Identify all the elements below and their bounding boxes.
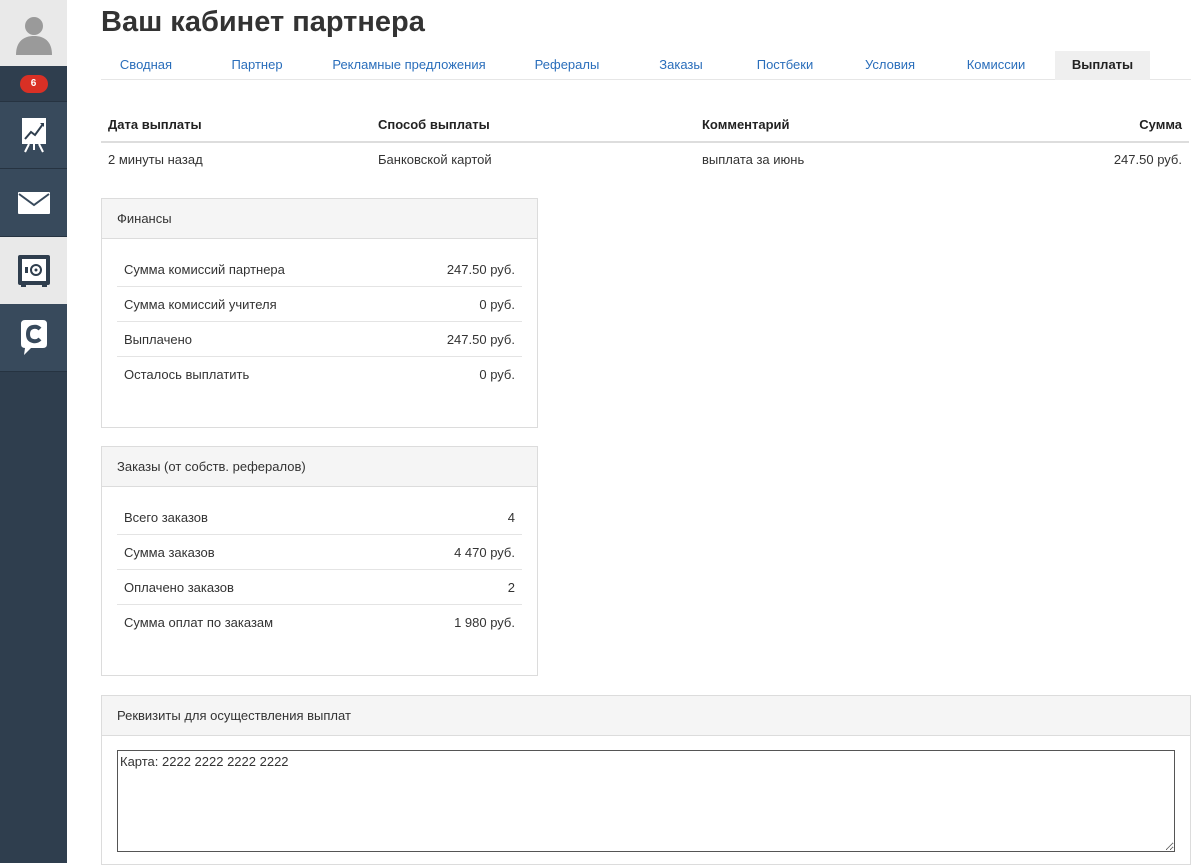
- list-item: Оплачено заказов 2: [117, 570, 522, 605]
- tab-terms[interactable]: Условия: [849, 51, 931, 80]
- user-avatar-icon: [12, 11, 56, 55]
- finance-panel-body: Сумма комиссий партнера 247.50 руб. Сумм…: [102, 239, 537, 392]
- orders-panel: Заказы (от собств. рефералов) Всего зака…: [101, 446, 538, 676]
- mail-icon: [17, 191, 50, 214]
- payout-date: 2 минуты назад: [108, 152, 203, 167]
- stat-label: Осталось выплатить: [124, 367, 250, 382]
- sidebar-item-statistics[interactable]: [0, 102, 67, 169]
- sidebar: 6: [0, 0, 67, 863]
- stat-label: Оплачено заказов: [124, 579, 234, 595]
- orders-panel-heading: Заказы (от собств. рефералов): [102, 447, 537, 487]
- sidebar-item-brand[interactable]: [0, 304, 67, 372]
- requisites-panel: Реквизиты для осуществления выплат Карта…: [101, 695, 1191, 865]
- payout-amount: 247.50 руб.: [1113, 152, 1182, 167]
- safe-icon: [17, 254, 51, 288]
- stat-label: Сумма комиссий учителя: [124, 296, 277, 312]
- column-header-comment: Комментарий: [702, 117, 790, 132]
- tab-orders[interactable]: Заказы: [641, 51, 721, 80]
- column-header-method: Способ выплаты: [378, 117, 490, 132]
- stat-value: 0 руб.: [479, 367, 515, 382]
- sidebar-item-messages[interactable]: [0, 169, 67, 237]
- tab-offers[interactable]: Рекламные предложения: [321, 51, 497, 80]
- tab-commissions[interactable]: Комиссии: [949, 51, 1043, 80]
- orders-panel-body: Всего заказов 4 Сумма заказов 4 470 руб.…: [102, 487, 537, 640]
- finance-panel: Финансы Сумма комиссий партнера 247.50 р…: [101, 198, 538, 428]
- table-row: 2 минуты назад Банковской картой выплата…: [101, 143, 1189, 178]
- tab-postbacks[interactable]: Постбеки: [739, 51, 831, 80]
- tab-referrals[interactable]: Рефералы: [521, 51, 613, 80]
- sidebar-avatar[interactable]: [0, 0, 67, 66]
- list-item: Выплачено 247.50 руб.: [117, 322, 522, 357]
- payout-method: Банковской картой: [378, 152, 492, 167]
- payout-comment: выплата за июнь: [702, 152, 805, 167]
- stat-label: Сумма оплат по заказам: [124, 615, 274, 630]
- stat-label: Всего заказов: [124, 509, 208, 525]
- main-content: Ваш кабинет партнера Сводная Партнер Рек…: [67, 0, 1200, 865]
- payouts-table: Дата выплаты Способ выплаты Комментарий …: [101, 106, 1189, 178]
- stat-value: 0 руб.: [479, 296, 515, 312]
- stat-label: Сумма комиссий партнера: [124, 261, 285, 277]
- sidebar-notifications[interactable]: 6: [0, 66, 67, 102]
- requisites-panel-heading: Реквизиты для осуществления выплат: [102, 696, 1190, 736]
- payouts-table-header: Дата выплаты Способ выплаты Комментарий …: [101, 106, 1189, 143]
- stat-value: 2: [507, 579, 515, 595]
- stat-label: Выплачено: [124, 331, 192, 347]
- column-header-date: Дата выплаты: [108, 117, 202, 132]
- list-item: Сумма комиссий учителя 0 руб.: [117, 287, 522, 322]
- list-item: Сумма оплат по заказам 1 980 руб.: [117, 605, 522, 640]
- list-item: Сумма комиссий партнера 247.50 руб.: [117, 252, 522, 287]
- column-header-amount: Сумма: [1139, 117, 1182, 132]
- tab-summary[interactable]: Сводная: [101, 51, 191, 80]
- tab-partner[interactable]: Партнер: [212, 51, 302, 80]
- brand-logo-icon: [17, 319, 51, 357]
- stat-value: 4: [507, 509, 515, 525]
- finance-panel-heading: Финансы: [102, 199, 537, 239]
- tab-bar: Сводная Партнер Рекламные предложения Ре…: [101, 51, 1191, 80]
- requisites-textarea[interactable]: Карта: 2222 2222 2222 2222: [117, 750, 1175, 852]
- notification-badge: 6: [19, 74, 48, 93]
- stat-value: 247.50 руб.: [446, 331, 515, 347]
- sidebar-item-finance[interactable]: [0, 237, 67, 304]
- list-item: Осталось выплатить 0 руб.: [117, 357, 522, 392]
- chart-icon: [20, 116, 48, 154]
- stat-value: 247.50 руб.: [446, 261, 515, 277]
- tab-payouts[interactable]: Выплаты: [1055, 51, 1150, 80]
- stat-label: Сумма заказов: [124, 544, 215, 560]
- list-item: Сумма заказов 4 470 руб.: [117, 535, 522, 570]
- list-item: Всего заказов 4: [117, 500, 522, 535]
- stat-value: 1 980 руб.: [454, 615, 515, 630]
- stat-value: 4 470 руб.: [454, 544, 515, 560]
- page-title: Ваш кабинет партнера: [101, 6, 425, 38]
